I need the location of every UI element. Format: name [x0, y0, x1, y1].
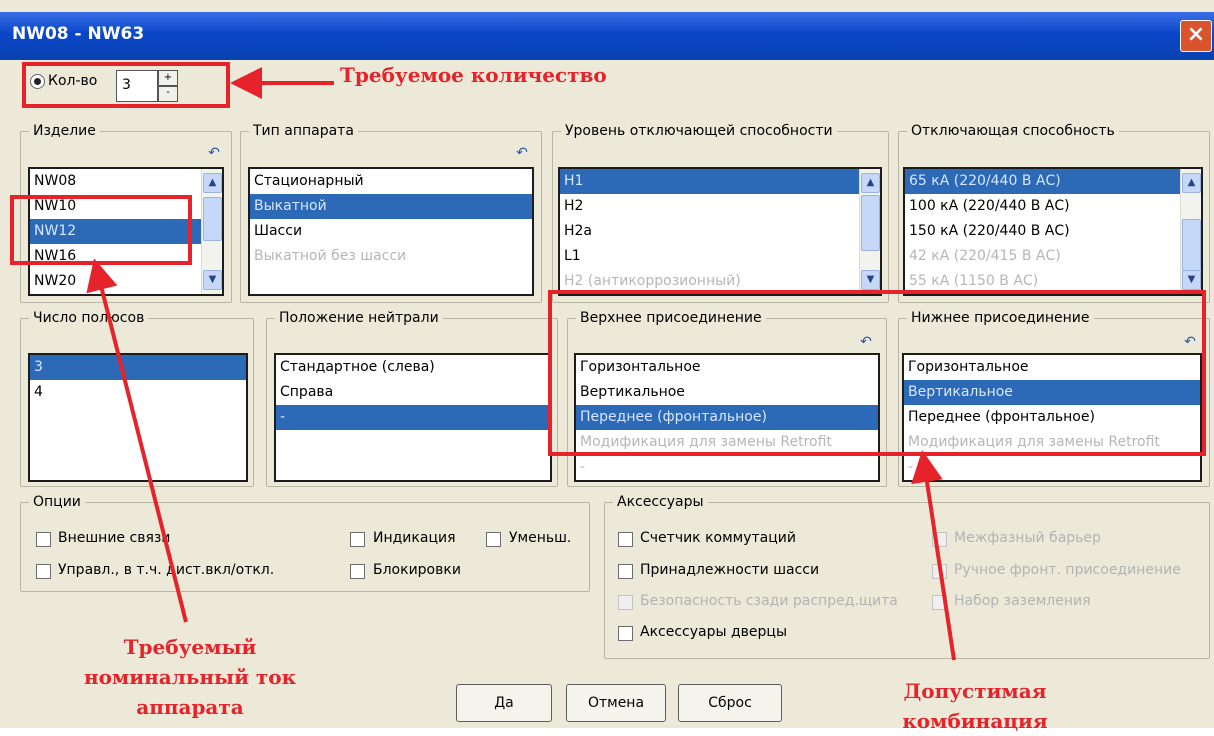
annotation-line: Допустимая	[903, 679, 1047, 703]
arrow-combination	[911, 450, 956, 661]
annotation-line: Требуемый	[123, 635, 257, 659]
annotation-line: аппарата	[136, 695, 244, 719]
arrow-current	[86, 258, 188, 623]
annotation-current: Требуемый номинальный ток аппарата	[70, 632, 310, 722]
annotation-arrows	[86, 67, 956, 661]
annotation-quantity: Требуемое количество	[340, 63, 607, 87]
annotation-line: номинальный ток	[83, 665, 297, 689]
annotation-combination: Допустимая комбинация	[880, 676, 1070, 736]
annotation-line: комбинация	[902, 709, 1048, 733]
